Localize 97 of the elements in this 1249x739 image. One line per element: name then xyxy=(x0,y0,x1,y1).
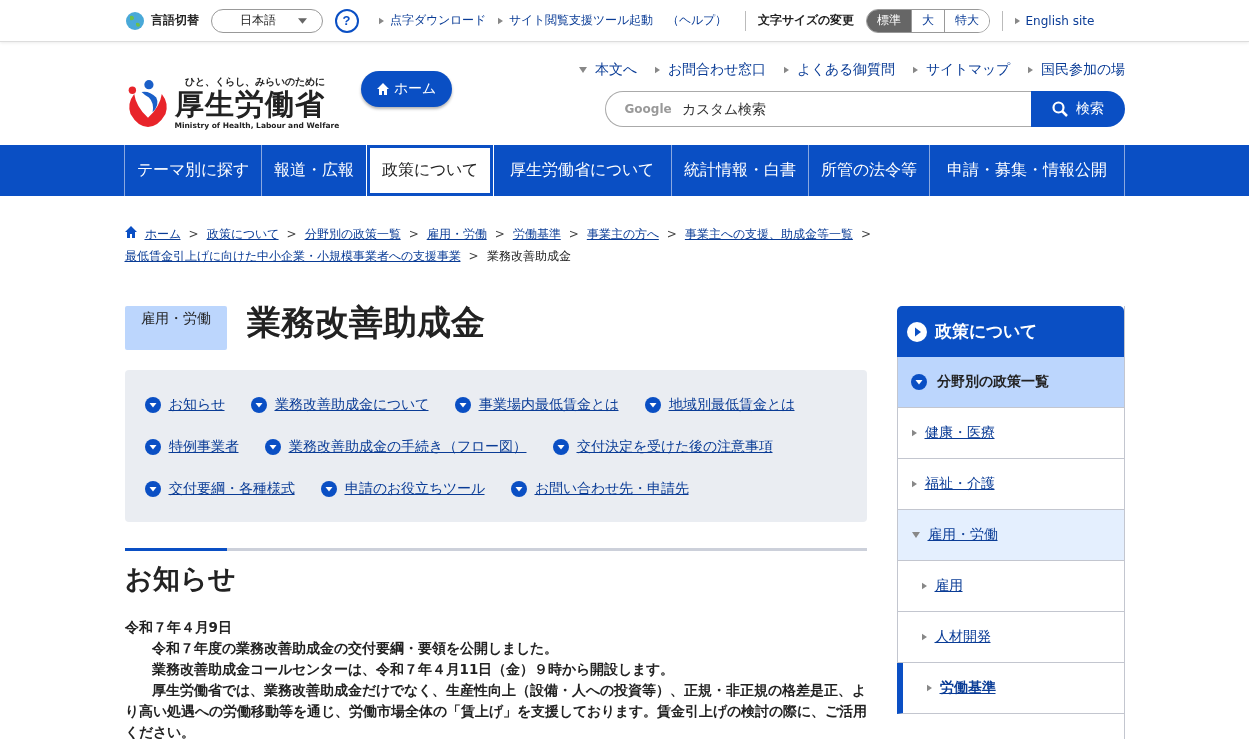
separator-text: > xyxy=(666,227,677,241)
breadcrumb-link[interactable]: 政策について xyxy=(206,227,279,241)
play-circle-icon xyxy=(906,321,927,342)
separator-text: > xyxy=(860,227,871,241)
separator-text: > xyxy=(468,249,479,263)
anchor-link[interactable]: お知らせ xyxy=(144,384,225,426)
nav-tab[interactable]: テーマ別に探す xyxy=(125,145,262,196)
down-circle-icon xyxy=(320,481,337,497)
anchor-link[interactable]: 事業場内最低賃金とは xyxy=(454,384,619,426)
anchor-link[interactable]: 交付要綱・各種様式 xyxy=(144,468,295,510)
globe-icon xyxy=(124,10,145,31)
arrow-icon xyxy=(911,429,917,437)
down-circle-icon xyxy=(644,397,661,413)
breadcrumb-link[interactable]: 雇用・労働 xyxy=(426,227,487,241)
down-circle-icon xyxy=(250,397,267,413)
search-icon xyxy=(1051,100,1068,117)
down-circle-icon xyxy=(144,397,161,413)
sidebar-link[interactable]: 人材開発 xyxy=(896,612,1124,663)
caret-icon xyxy=(911,532,920,538)
home-icon xyxy=(124,226,137,238)
nav-tab[interactable]: 厚生労働省について xyxy=(493,145,672,196)
arrow-icon xyxy=(921,582,927,590)
sidebar-link[interactable]: 雇用・労働 xyxy=(896,510,1124,561)
anchor-link[interactable]: 業務改善助成金について xyxy=(250,384,429,426)
anchor-link[interactable]: 特例事業者 xyxy=(144,426,239,468)
separator-text: > xyxy=(188,227,199,241)
sidebar-section[interactable]: 分野別の政策一覧 xyxy=(896,357,1124,408)
quick-link[interactable]: 本文へ xyxy=(594,60,637,79)
quick-link[interactable]: 国民参加の場 xyxy=(1040,60,1125,79)
caret-icon xyxy=(298,17,307,24)
separator-text: > xyxy=(408,227,419,241)
down-circle-icon xyxy=(264,439,281,455)
arrow-icon xyxy=(378,16,384,25)
anchor-link[interactable]: 申請のお役立ちツール xyxy=(320,468,485,510)
ministry-name: 厚生労働省 xyxy=(174,89,326,121)
anchor-link[interactable]: 地域別最低賃金とは xyxy=(644,384,795,426)
down-circle-icon xyxy=(910,374,927,390)
quick-link[interactable]: お問合わせ窓口 xyxy=(667,60,766,79)
down-circle-icon xyxy=(454,397,471,413)
arrow-icon xyxy=(654,65,660,74)
breadcrumb-link[interactable]: 労働基準 xyxy=(512,227,561,241)
breadcrumb-current: 業務改善助成金 xyxy=(486,249,571,263)
font-size-button[interactable]: 特大 xyxy=(943,9,989,32)
breadcrumb-link[interactable]: 事業主への支援、助成金等一覧 xyxy=(684,227,853,241)
anchor-link[interactable]: 業務改善助成金の手続き（フロー図） xyxy=(264,426,527,468)
anchor-link[interactable]: 交付決定を受けた後の注意事項 xyxy=(552,426,773,468)
search-button[interactable]: 検索 xyxy=(1030,90,1125,127)
sidebar-heading[interactable]: 政策について xyxy=(896,306,1124,357)
news-paragraph: 業務改善助成金コールセンターは、令和７年４月11日（金）９時から開設します。 xyxy=(150,660,676,679)
breadcrumb-link[interactable]: 分野別の政策一覧 xyxy=(304,227,401,241)
quick-link[interactable]: よくある御質問 xyxy=(796,60,895,79)
news-paragraph: 厚生労働省では、業務改善助成金だけでなく、生産性向上（設備・人への投資等）、正規・非正規の格差是正、より高い処遇への労働移動等を通じ、労働市場全体の「賃上げ」を支援しております。賃金引上げの検討の際に、ご活用ください。 xyxy=(124,681,867,739)
slogan-text: ひと、くらし、みらいのために xyxy=(184,75,326,89)
google-label: Google xyxy=(624,101,672,116)
arrow-icon xyxy=(783,65,789,74)
separator-text: > xyxy=(568,227,579,241)
section-heading: お知らせ xyxy=(124,562,237,596)
home-button[interactable]: ホーム xyxy=(361,70,453,107)
sidebar-link[interactable]: 健康・医療 xyxy=(896,408,1124,459)
page-title: 業務改善助成金 xyxy=(246,304,485,340)
arrow-icon xyxy=(926,684,932,692)
font-size-label: 文字サイズの変更 xyxy=(757,12,854,29)
english-site-link[interactable]: English site xyxy=(1025,13,1095,28)
news-date: 令和７年４月9日 xyxy=(124,618,233,637)
arrow-icon xyxy=(1027,65,1033,74)
nav-tab[interactable]: 申請・募集・情報公開 xyxy=(930,145,1125,196)
sidebar-link[interactable]: 雇用 xyxy=(896,561,1124,612)
font-size-button[interactable]: 標準 xyxy=(866,9,911,32)
caret-icon xyxy=(578,66,587,73)
arrow-icon xyxy=(911,480,917,488)
sidebar-link-selected[interactable]: 労働基準 xyxy=(896,663,1124,714)
arrow-icon xyxy=(912,65,918,74)
category-tag: 雇用・労働 xyxy=(124,306,227,350)
nav-tab[interactable]: 統計情報・白書 xyxy=(672,145,809,196)
separator-text: > xyxy=(494,227,505,241)
utility-link[interactable]: 点字ダウンロード xyxy=(389,12,486,29)
down-circle-icon xyxy=(552,439,569,455)
separator-text: > xyxy=(286,227,297,241)
down-circle-icon xyxy=(144,439,161,455)
help-button[interactable]: ? xyxy=(334,8,359,33)
utility-link[interactable]: サイト閲覧支援ツール起動 xyxy=(508,12,653,29)
news-paragraph: 令和７年度の業務改善助成金の交付要綱・要領を公開しました。 xyxy=(150,639,559,658)
help-link[interactable]: （ヘルプ） xyxy=(666,12,727,29)
anchor-link[interactable]: お問い合わせ先・申請先 xyxy=(510,468,689,510)
nav-tab[interactable]: 政策について xyxy=(367,145,493,196)
nav-tab[interactable]: 所管の法令等 xyxy=(809,145,930,196)
arrow-icon xyxy=(497,16,503,25)
arrow-icon xyxy=(1014,16,1020,25)
breadcrumb-link[interactable]: 最低賃金引上げに向けた中小企業・小規模事業者への支援事業 xyxy=(124,249,461,263)
arrow-icon xyxy=(921,633,927,641)
down-circle-icon xyxy=(144,481,161,497)
down-circle-icon xyxy=(510,481,527,497)
breadcrumb-link[interactable]: 事業主の方へ xyxy=(586,227,659,241)
quick-link[interactable]: サイトマップ xyxy=(925,60,1010,79)
home-icon xyxy=(377,82,390,95)
breadcrumb-link[interactable]: ホーム xyxy=(144,227,181,241)
language-label: 言語切替 xyxy=(150,12,199,29)
